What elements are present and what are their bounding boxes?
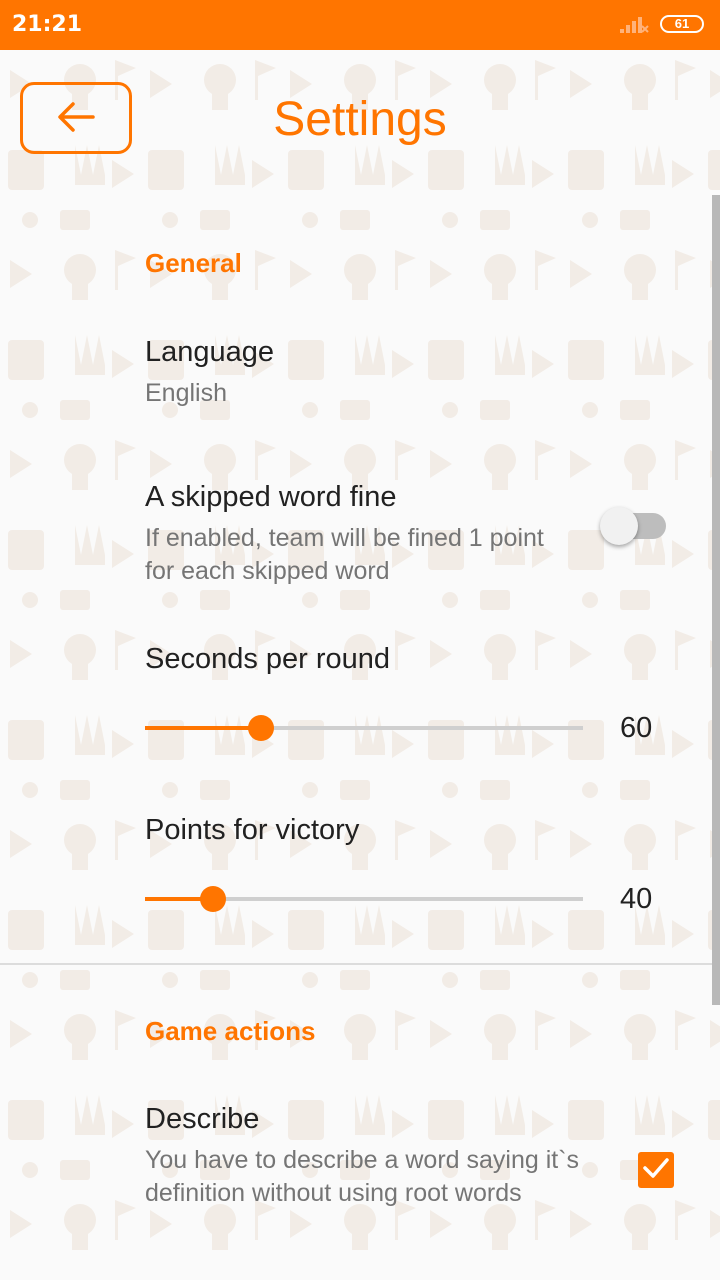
- settings-list: General Language English A skipped word …: [0, 190, 720, 1280]
- describe-summary: You have to describe a word saying it`s …: [145, 1146, 580, 1207]
- section-divider: [0, 963, 712, 965]
- skip-fine-toggle-thumb[interactable]: [600, 507, 638, 545]
- section-title-general: General: [145, 248, 242, 278]
- scrollbar[interactable]: [712, 195, 720, 1005]
- language-value: English: [145, 379, 227, 407]
- signal-icon: [620, 14, 650, 39]
- language-title: Language: [145, 336, 275, 368]
- points-slider-thumb[interactable]: [199, 886, 226, 912]
- seconds-value: 60: [620, 712, 653, 744]
- skip-fine-summary: If enabled, team will be fined 1 point f…: [145, 524, 544, 585]
- status-bar: 21:21 61: [0, 0, 720, 50]
- seconds-slider-fill: [145, 726, 262, 730]
- seconds-title: Seconds per round: [145, 643, 391, 675]
- section-title-game-actions: Game actions: [145, 1016, 316, 1046]
- points-slider[interactable]: [145, 886, 583, 912]
- describe-title: Describe: [145, 1103, 260, 1135]
- skip-fine-title: A skipped word fine: [145, 481, 397, 513]
- describe-checkbox[interactable]: [638, 1152, 674, 1188]
- seconds-slider-thumb[interactable]: [248, 715, 275, 741]
- status-time: 21:21: [12, 12, 83, 37]
- seconds-slider[interactable]: [145, 715, 583, 741]
- points-title: Points for victory: [145, 814, 360, 846]
- checkmark-icon: [642, 1157, 670, 1184]
- header: Settings: [0, 50, 720, 190]
- battery-icon: 61: [660, 15, 704, 33]
- points-value: 40: [620, 883, 653, 915]
- page-title: Settings: [273, 93, 447, 146]
